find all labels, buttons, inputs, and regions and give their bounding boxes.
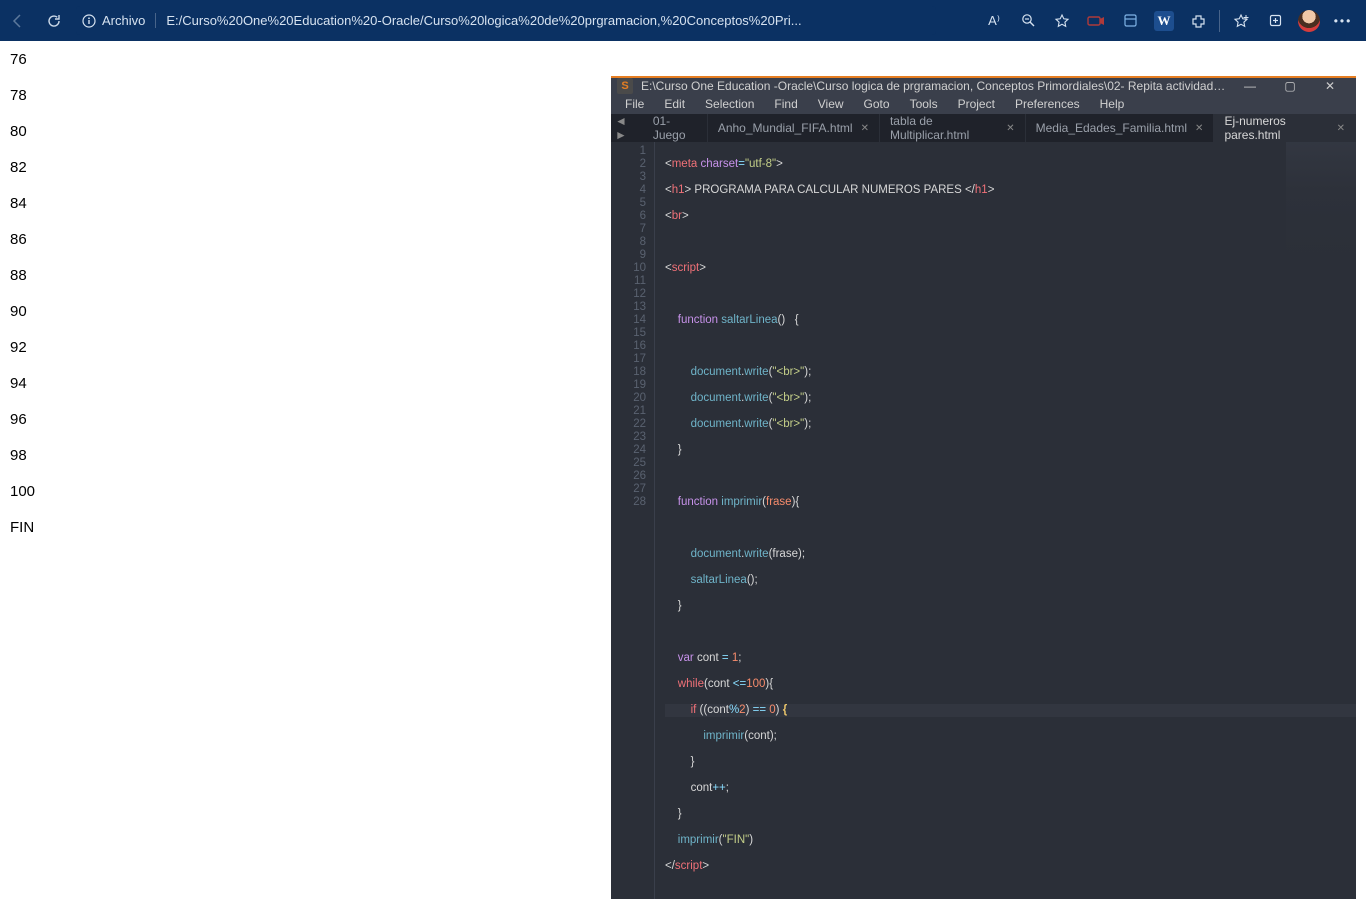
sublime-window: S E:\Curso One Education -Oracle\Curso l… (611, 76, 1356, 670)
toolbar-right: A⁾ W ••• (977, 0, 1366, 41)
browser-toolbar: Archivo E:/Curso%20One%20Education%20-Or… (0, 0, 1366, 41)
code-editor[interactable]: <meta charset="utf-8"> <h1> PROGRAMA PAR… (655, 142, 1356, 899)
more-button[interactable]: ••• (1326, 0, 1360, 41)
favorite-button[interactable] (1045, 0, 1079, 41)
sublime-title-text: E:\Curso One Education -Oracle\Curso log… (641, 79, 1230, 93)
info-icon (82, 14, 96, 28)
tab-nav-arrows[interactable]: ◄ ► (611, 114, 643, 142)
refresh-button[interactable] (36, 0, 72, 41)
menu-file[interactable]: File (617, 94, 652, 114)
tab-01-juego[interactable]: 01-Juego (643, 114, 708, 142)
editor-area: 1234567891011121314151617181920212223242… (611, 142, 1356, 899)
menu-project[interactable]: Project (950, 94, 1003, 114)
menu-view[interactable]: View (810, 94, 852, 114)
address-label: Archivo (102, 13, 145, 28)
close-icon[interactable]: ✕ (861, 123, 869, 134)
favorites-bar-button[interactable] (1224, 0, 1258, 41)
address-url: E:/Curso%20One%20Education%20-Oracle/Cur… (166, 13, 930, 28)
close-icon[interactable]: ✕ (1337, 123, 1345, 134)
sublime-logo-icon: S (617, 78, 633, 94)
back-button[interactable] (0, 0, 36, 41)
close-button[interactable]: ✕ (1310, 79, 1350, 93)
collections-button[interactable] (1113, 0, 1147, 41)
sublime-tabbar: ◄ ► 01-Juego Anho_Mundial_FIFA.html✕ tab… (611, 114, 1356, 142)
menu-help[interactable]: Help (1092, 94, 1133, 114)
address-bar[interactable]: Archivo E:/Curso%20One%20Education%20-Or… (76, 6, 936, 35)
menu-find[interactable]: Find (766, 94, 805, 114)
toolbar-divider (1219, 10, 1220, 32)
extensions-button[interactable] (1181, 0, 1215, 41)
tab-anho-mundial[interactable]: Anho_Mundial_FIFA.html✕ (708, 114, 880, 142)
page-row: 76 (10, 51, 1366, 68)
menu-edit[interactable]: Edit (656, 94, 693, 114)
read-aloud-button[interactable]: A⁾ (977, 0, 1011, 41)
screen-record-button[interactable] (1079, 0, 1113, 41)
close-icon[interactable]: ✕ (1006, 123, 1014, 134)
menu-goto[interactable]: Goto (856, 94, 898, 114)
menu-preferences[interactable]: Preferences (1007, 94, 1088, 114)
maximize-button[interactable]: ▢ (1270, 79, 1310, 93)
zoom-out-button[interactable] (1011, 0, 1045, 41)
address-chip: Archivo (82, 13, 156, 28)
close-icon[interactable]: ✕ (1195, 123, 1203, 134)
tab-media-edades[interactable]: Media_Edades_Familia.html✕ (1026, 114, 1215, 142)
avatar (1298, 10, 1320, 32)
minimap[interactable] (1286, 142, 1356, 262)
tab-tabla-multiplicar[interactable]: tabla de Multiplicar.html✕ (880, 114, 1026, 142)
tab-ej-numeros-pares[interactable]: Ej-numeros pares.html✕ (1214, 114, 1356, 142)
collections-hub-button[interactable] (1258, 0, 1292, 41)
line-gutter: 1234567891011121314151617181920212223242… (611, 142, 655, 899)
sublime-titlebar[interactable]: S E:\Curso One Education -Oracle\Curso l… (611, 78, 1356, 94)
profile-button[interactable] (1292, 0, 1326, 41)
menu-selection[interactable]: Selection (697, 94, 762, 114)
minimize-button[interactable]: — (1230, 79, 1270, 93)
menu-tools[interactable]: Tools (902, 94, 946, 114)
word-app-button[interactable]: W (1147, 0, 1181, 41)
sublime-menubar: File Edit Selection Find View Goto Tools… (611, 94, 1356, 114)
